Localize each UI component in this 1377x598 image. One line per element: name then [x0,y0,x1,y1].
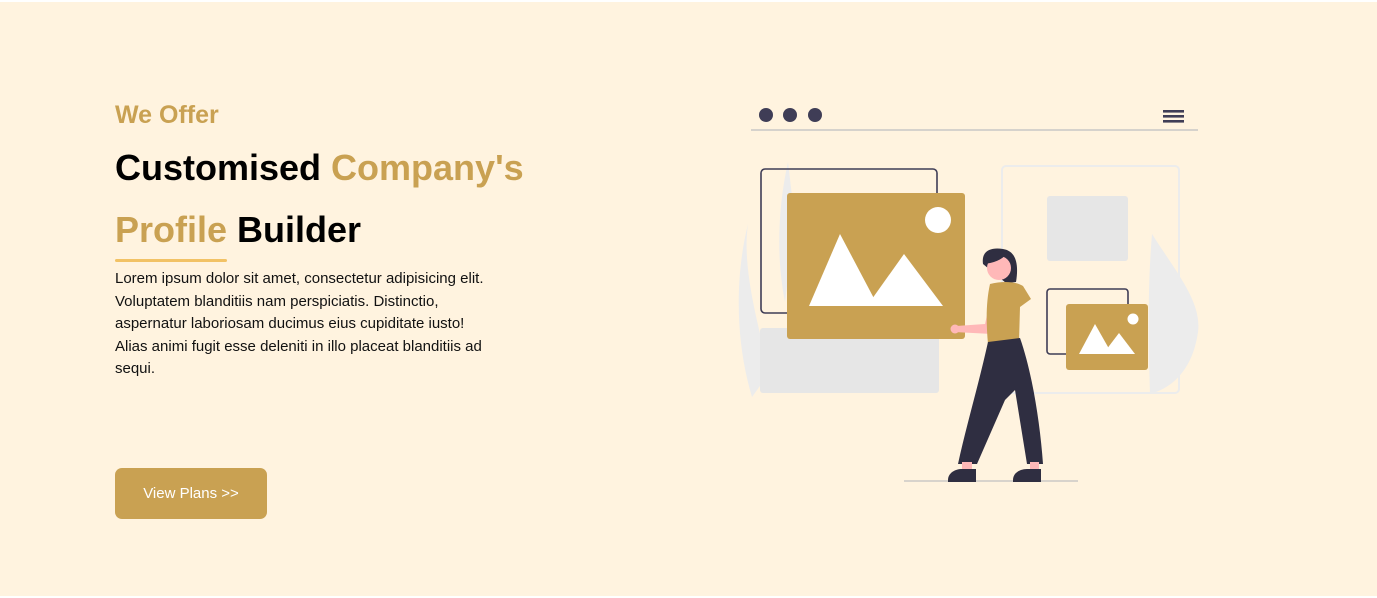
leaf-right [1148,234,1199,394]
headline-word-company: Company's [331,147,524,188]
view-plans-button[interactable]: View Plans >> [115,468,267,519]
headline-line-2: Profile Builder [115,199,575,262]
hamburger-menu-icon [1163,110,1184,123]
image-placeholder-icon [787,193,965,339]
hero-illustration [738,108,1199,482]
browser-divider [751,129,1198,131]
headline-word-builder: Builder [227,209,362,250]
headline-word-customised: Customised [115,147,332,188]
headline-word-profile: Profile [115,204,228,262]
hero-eyebrow: We Offer [115,101,219,129]
window-dots-icon [759,108,822,122]
hero-section: We Offer Customised Company's Profile Bu… [0,2,1377,596]
headline-line-1: Customised Company's [115,137,575,199]
ground-line [904,480,1078,482]
small-image-placeholder-icon [1066,304,1148,370]
hero-headline: Customised Company's Profile Builder [115,137,575,262]
hero-description: Lorem ipsum dolor sit amet, consectetur … [115,270,484,378]
panel-block [1047,196,1128,261]
